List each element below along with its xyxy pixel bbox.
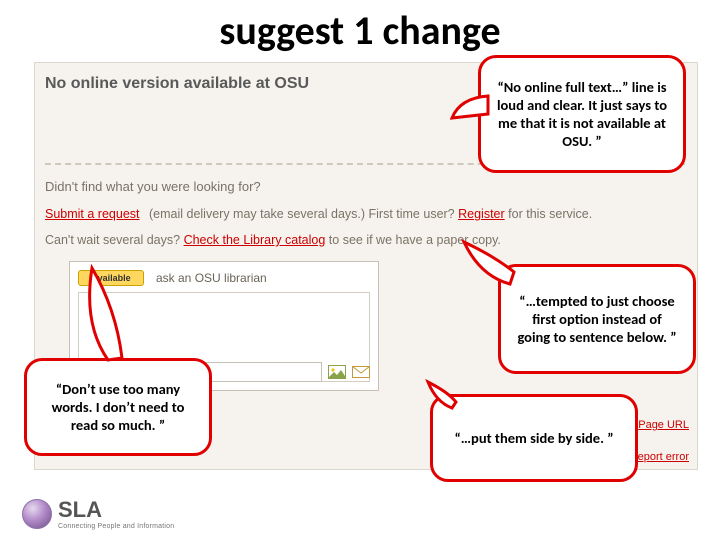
image-icon[interactable] <box>328 365 346 379</box>
chat-title: ask an OSU librarian <box>156 271 267 285</box>
callout-text: “No online full text…” line is loud and … <box>495 78 669 151</box>
callout-top-right: “No online full text…” line is loud and … <box>478 55 686 173</box>
register-text: for this service. <box>508 207 592 221</box>
report-error-link[interactable]: Report error <box>630 451 689 463</box>
cant-wait-pre: Can't wait several days? <box>45 233 184 247</box>
submit-request-text: (email delivery may take several days.) … <box>149 207 455 221</box>
didnt-find-heading: Didn't find what you were looking for? <box>45 179 261 194</box>
callout-tail-2 <box>78 264 134 364</box>
register-link[interactable]: Register <box>458 207 505 221</box>
callout-tail-1 <box>450 88 496 128</box>
sla-acronym: SLA <box>58 497 174 523</box>
cant-wait-line: Can't wait several days? Check the Libra… <box>45 233 501 247</box>
check-catalog-link[interactable]: Check the Library catalog <box>184 233 326 247</box>
submit-request-line: Submit a request (email delivery may tak… <box>45 207 592 221</box>
sla-logo-text: SLA Connecting People and Information <box>58 497 174 530</box>
no-online-heading: No online version available at OSU <box>45 75 309 93</box>
callout-mid-right: “…tempted to just choose first option in… <box>498 264 696 374</box>
callout-tail-3 <box>460 236 520 296</box>
slide: suggest 1 change No online version avail… <box>0 0 720 540</box>
callout-side-by-side: “…put them side by side. ” <box>430 394 638 482</box>
slide-title: suggest 1 change <box>0 6 720 55</box>
sla-tagline: Connecting People and Information <box>58 523 174 530</box>
page-url-link[interactable]: Page URL <box>638 419 689 431</box>
callout-text: “…tempted to just choose first option in… <box>515 292 679 346</box>
submit-request-link[interactable]: Submit a request <box>45 207 140 221</box>
callout-bottom-left: “Don’t use too many words. I don’t need … <box>24 358 212 456</box>
callout-text: “…put them side by side. ” <box>454 429 613 447</box>
sla-globe-icon <box>22 499 52 529</box>
callout-text: “Don’t use too many words. I don’t need … <box>41 380 195 434</box>
sla-logo: SLA Connecting People and Information <box>22 497 174 530</box>
callout-tail-4 <box>424 378 460 418</box>
mail-icon[interactable] <box>352 365 370 379</box>
